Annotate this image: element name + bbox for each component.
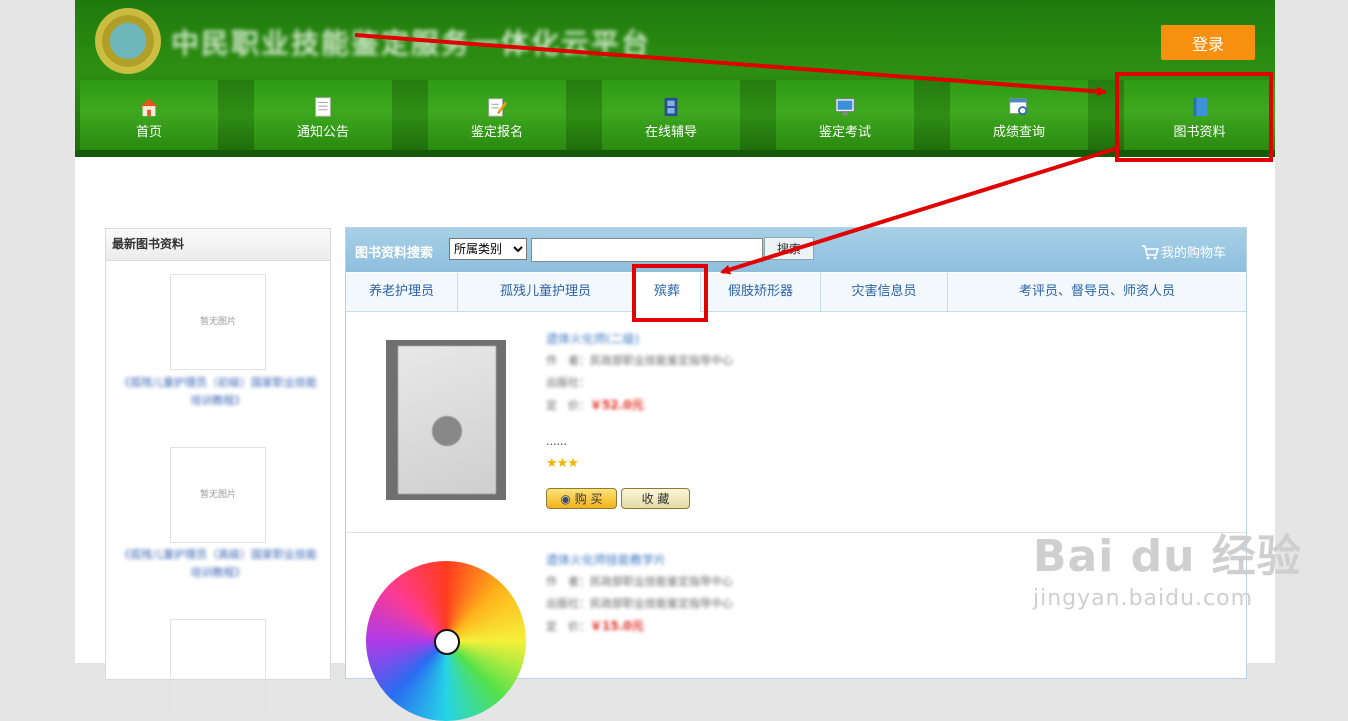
book-thumbnail[interactable]: 暂无图片 [170, 274, 266, 370]
nav-item-registration[interactable]: 鉴定报名 [428, 80, 566, 150]
book-thumbnail[interactable]: 暂无图片 [170, 447, 266, 543]
nav-item-books[interactable]: 图书资料 [1124, 80, 1275, 150]
edit-form-icon [488, 98, 508, 117]
cart-icon [1141, 245, 1159, 260]
shopping-cart-link[interactable]: 我的购物车 [1141, 242, 1226, 261]
product-author: 作 者：民政部职业技能鉴定指导中心 [546, 575, 733, 588]
film-icon [664, 97, 678, 117]
book-caption[interactable]: 《孤残儿童护理员（高级）国家职业技能培训教程》 [116, 546, 320, 582]
product-item: 遗体火化师(二级) 作 者：民政部职业技能鉴定指导中心 出版社： 定 价：￥52… [346, 312, 1246, 533]
product-title[interactable]: 遗体火化师技能教学片 [546, 549, 733, 571]
product-publisher: 出版社：民政部职业技能鉴定指导中心 [546, 597, 733, 610]
book-caption[interactable]: 《孤残儿童护理员（初级）国家职业技能培训教程》 [116, 374, 320, 410]
tab-assessors[interactable]: 考评员、督导员、师资人员 [948, 273, 1246, 311]
site-logo [95, 8, 161, 74]
search-report-icon [1009, 98, 1028, 116]
latest-books-panel: 最新图书资料 暂无图片 《孤残儿童护理员（初级）国家职业技能培训教程》 暂无图片… [105, 228, 331, 715]
dvd-cover-image[interactable] [366, 561, 526, 721]
login-button[interactable]: 登录 [1161, 25, 1255, 60]
search-bar: 图书资料搜索 所属类别 搜索 我的购物车 [346, 228, 1246, 272]
tab-orphan-care[interactable]: 孤残儿童护理员 [458, 273, 634, 311]
nav-item-home[interactable]: 首页 [80, 80, 218, 150]
site-header: 中民职业技能鉴定服务一体化云平台 登录 首页 通知公告 鉴定报名 在线辅导 鉴定… [75, 0, 1275, 157]
product-author: 作 者：民政部职业技能鉴定指导中心 [546, 354, 733, 367]
nav-item-exam[interactable]: 鉴定考试 [776, 80, 914, 150]
buy-button[interactable]: ◉ 购 买 [546, 488, 617, 509]
tab-prosthetics[interactable]: 假肢矫形器 [701, 273, 821, 311]
main-nav: 首页 通知公告 鉴定报名 在线辅导 鉴定考试 成绩查询 图书资料 [80, 80, 1275, 150]
book-thumbnail[interactable] [170, 619, 266, 715]
product-price: 定 价：￥52.0元 [546, 398, 644, 412]
nav-item-score-query[interactable]: 成绩查询 [950, 80, 1088, 150]
document-icon [315, 97, 331, 117]
favorite-button[interactable]: 收 藏 [621, 488, 690, 509]
home-icon [139, 98, 159, 117]
nav-item-online-tutoring[interactable]: 在线辅导 [602, 80, 740, 150]
site-title: 中民职业技能鉴定服务一体化云平台 [171, 27, 652, 60]
book-cover-image[interactable] [386, 340, 506, 500]
baidu-watermark: Bai du 经验 jingyan.baidu.com [1033, 531, 1302, 611]
book-icon [1193, 97, 1207, 117]
search-title: 图书资料搜索 [355, 246, 434, 261]
search-button[interactable]: 搜索 [764, 237, 814, 260]
book-search-panel: 图书资料搜索 所属类别 搜索 我的购物车 养老护理员 孤残儿童护理员 殡葬 假肢… [345, 227, 1247, 721]
category-tabs: 养老护理员 孤残儿童护理员 殡葬 假肢矫形器 灾害信息员 考评员、督导员、师资人… [346, 273, 1246, 312]
monitor-icon [835, 98, 855, 116]
tab-funeral[interactable]: 殡葬 [634, 273, 701, 312]
nav-item-notices[interactable]: 通知公告 [254, 80, 392, 150]
product-price: 定 价：￥15.0元 [546, 619, 644, 633]
rating-stars: ★★★ [546, 456, 579, 471]
category-select[interactable]: 所属类别 [449, 238, 527, 260]
latest-books-title: 最新图书资料 [106, 229, 330, 261]
tab-disaster-info[interactable]: 灾害信息员 [821, 273, 948, 311]
cart-icon: ◉ [560, 492, 571, 506]
product-summary: ...... [546, 435, 567, 448]
search-input[interactable] [531, 238, 763, 262]
product-publisher: 出版社： [546, 376, 590, 389]
tab-elderly-care[interactable]: 养老护理员 [346, 273, 458, 311]
product-title[interactable]: 遗体火化师(二级) [546, 328, 733, 350]
